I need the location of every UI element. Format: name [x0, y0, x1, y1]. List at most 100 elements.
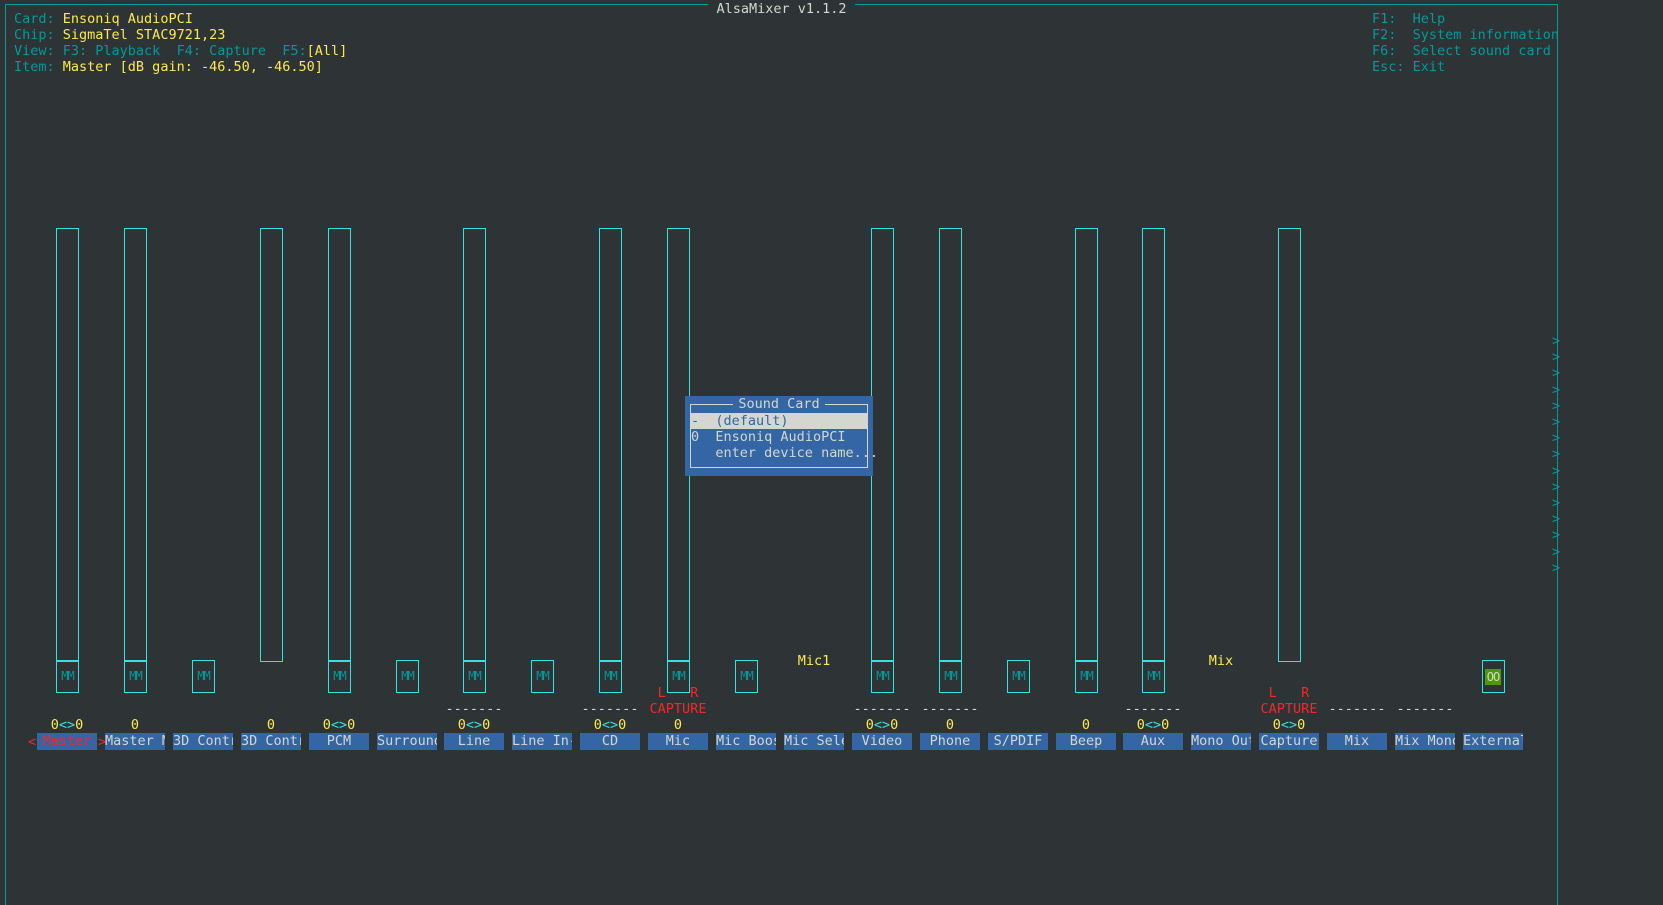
volume-bar[interactable]: [1142, 228, 1165, 662]
chevron-right-icon: >: [1552, 430, 1561, 447]
volume-value: 0: [1081, 717, 1091, 733]
control-label[interactable]: Mic Sele: [784, 733, 844, 750]
control-label[interactable]: External: [1463, 733, 1523, 750]
volume-bar[interactable]: [328, 228, 351, 662]
chevron-right-icon: >: [1552, 543, 1561, 560]
control-label[interactable]: Master M: [105, 733, 165, 750]
control-label[interactable]: Surround: [377, 733, 437, 750]
control-label[interactable]: 3D Contr: [241, 733, 301, 750]
volume-value: 0<>0: [322, 717, 356, 733]
option-name: enter device name...: [715, 445, 878, 461]
item-info: Item: Master [dB gain: -46.50, -46.50]: [14, 59, 323, 75]
volume-value: 0<>0: [1136, 717, 1170, 733]
volume-bar[interactable]: [260, 228, 283, 662]
view-info: View: F3: Playback F4: Capture F5:[All]: [14, 43, 348, 59]
volume-bar[interactable]: [1075, 228, 1098, 662]
help-item: Esc: Exit: [1372, 59, 1445, 75]
control-label[interactable]: Line: [444, 733, 504, 750]
control-label[interactable]: Mix Mono: [1395, 733, 1455, 750]
control-label[interactable]: Aux: [1123, 733, 1183, 750]
control-label[interactable]: Mic: [648, 733, 708, 750]
mute-toggle[interactable]: MM: [56, 660, 79, 693]
sound-card-dialog: Sound Card - (default) 0 Ensoniq AudioPCI…: [685, 396, 878, 476]
help-label: System information: [1412, 27, 1559, 43]
mute-toggle[interactable]: MM: [124, 660, 147, 693]
view-all[interactable]: [All]: [307, 43, 348, 59]
help-key: F6:: [1372, 43, 1397, 59]
mute-toggle[interactable]: MM: [1075, 660, 1098, 693]
sound-card-option[interactable]: enter device name...: [691, 445, 878, 461]
control-label[interactable]: S/PDIF: [988, 733, 1048, 750]
capture-flag[interactable]: CAPTURE: [648, 701, 708, 717]
capture-lr: L R: [1268, 685, 1310, 701]
mute-toggle[interactable]: MM: [1142, 660, 1165, 693]
volume-bar[interactable]: [1278, 228, 1301, 662]
view-capture[interactable]: F4: Capture: [177, 43, 266, 59]
help-key: Esc:: [1372, 59, 1405, 75]
control-label[interactable]: Mic Boos: [716, 733, 776, 750]
mute-toggle[interactable]: MM: [328, 660, 351, 693]
capture-flag[interactable]: CAPTURE: [1259, 701, 1319, 717]
sound-card-option[interactable]: - (default): [691, 413, 867, 429]
inactive-switch: -------: [1396, 701, 1454, 717]
chevron-right-icon: >: [1552, 462, 1561, 479]
control-label[interactable]: Capture: [1259, 733, 1319, 750]
option-name: (default): [715, 413, 789, 429]
switch-state: OO: [1485, 669, 1501, 685]
volume-bar[interactable]: [599, 228, 622, 662]
volume-bar[interactable]: [463, 228, 486, 662]
mute-toggle[interactable]: MM: [531, 660, 554, 693]
help-item: F1: Help: [1372, 11, 1445, 27]
inactive-switch: -------: [581, 701, 639, 717]
control-label[interactable]: CD: [580, 733, 640, 750]
control-label[interactable]: Beep: [1056, 733, 1116, 750]
enum-value[interactable]: Mic1: [784, 653, 844, 669]
control-label[interactable]: Phone: [920, 733, 980, 750]
sound-card-option[interactable]: 0 Ensoniq AudioPCI: [691, 429, 867, 445]
mute-toggle[interactable]: MM: [463, 660, 486, 693]
chevron-right-icon: >: [1552, 495, 1561, 511]
control-label[interactable]: Video: [852, 733, 912, 750]
control-label[interactable]: 3D Contr: [173, 733, 233, 750]
volume-value: 0<>0: [865, 717, 899, 733]
mute-toggle[interactable]: MM: [1007, 660, 1030, 693]
inactive-switch: -------: [853, 701, 911, 717]
volume-bar[interactable]: [939, 228, 962, 662]
inactive-switch: -------: [921, 701, 979, 717]
mute-toggle[interactable]: MM: [735, 660, 758, 693]
control-label[interactable]: Line In-: [512, 733, 572, 750]
help-label: Help: [1412, 11, 1446, 27]
volume-bar[interactable]: [56, 228, 79, 662]
help-label: Exit: [1412, 59, 1446, 75]
mute-toggle[interactable]: MM: [599, 660, 622, 693]
chevron-right-icon: >: [1552, 365, 1561, 382]
enum-value[interactable]: Mix: [1191, 653, 1251, 669]
mute-toggle[interactable]: MM: [192, 660, 215, 693]
inactive-switch: -------: [1328, 701, 1386, 717]
volume-value: 0: [673, 717, 683, 733]
mute-toggle[interactable]: MM: [939, 660, 962, 693]
mute-toggle[interactable]: MM: [871, 660, 894, 693]
inactive-switch: -------: [1124, 701, 1182, 717]
control-label[interactable]: Mix: [1327, 733, 1387, 750]
chip-info: Chip: SigmaTel STAC9721,23: [14, 27, 226, 43]
control-label[interactable]: Master: [37, 733, 97, 750]
chevron-right-icon: >: [1552, 511, 1561, 528]
chevron-right-icon: >: [1552, 414, 1561, 430]
control-label[interactable]: PCM: [309, 733, 369, 750]
inactive-switch: -------: [445, 701, 503, 717]
view-playback[interactable]: F3: Playback: [63, 43, 161, 59]
help-label: Select sound card: [1412, 43, 1551, 59]
chevron-right-icon: >: [1552, 333, 1561, 349]
switch-toggle[interactable]: OO: [1482, 660, 1505, 693]
chevron-right-icon: >: [1552, 478, 1561, 495]
volume-value: 0<>0: [593, 717, 627, 733]
help-key: F2:: [1372, 27, 1397, 43]
volume-bar[interactable]: [124, 228, 147, 662]
chevron-right-icon: >: [1552, 559, 1561, 576]
chevron-right-icon: >: [1552, 397, 1561, 414]
card-info: Card: Ensoniq AudioPCI: [14, 11, 193, 27]
volume-value: 0: [945, 717, 955, 733]
control-label[interactable]: Mono Out: [1191, 733, 1251, 750]
mute-toggle[interactable]: MM: [396, 660, 419, 693]
